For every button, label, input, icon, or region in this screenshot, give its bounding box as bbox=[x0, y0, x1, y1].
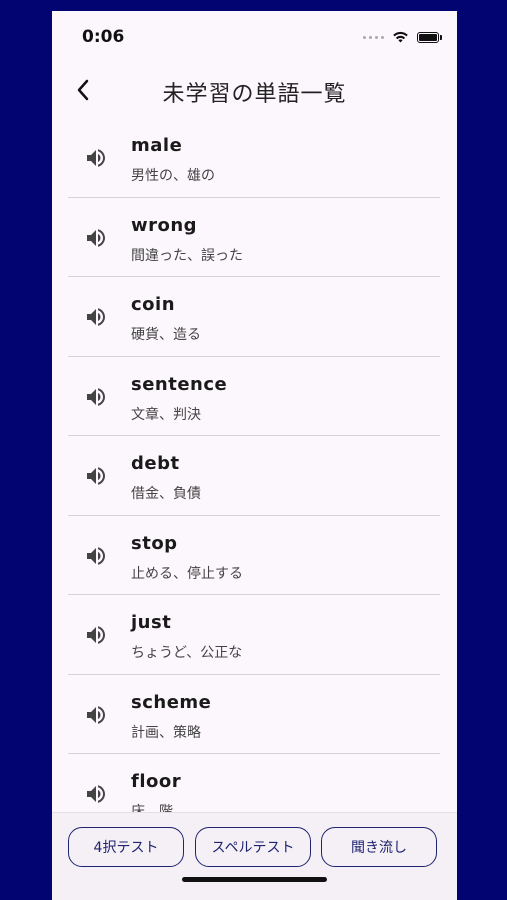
speaker-icon[interactable] bbox=[84, 385, 108, 409]
status-icons bbox=[363, 31, 442, 43]
word-meaning: 借金、負債 bbox=[131, 486, 201, 502]
list-item[interactable]: male 男性の、雄の bbox=[68, 118, 440, 198]
speaker-icon[interactable] bbox=[84, 146, 108, 170]
word-text: stop bbox=[131, 532, 178, 554]
speaker-icon[interactable] bbox=[84, 782, 108, 806]
word-text: sentence bbox=[131, 373, 228, 395]
speaker-icon[interactable] bbox=[84, 305, 108, 329]
word-meaning: 男性の、雄の bbox=[131, 168, 215, 184]
list-item[interactable]: debt 借金、負債 bbox=[68, 436, 440, 516]
list-item[interactable]: stop 止める、停止する bbox=[68, 516, 440, 595]
battery-icon bbox=[417, 31, 442, 43]
wifi-icon bbox=[393, 31, 408, 43]
word-meaning: 計画、策略 bbox=[131, 724, 201, 741]
list-item[interactable]: coin 硬貨、造る bbox=[68, 277, 440, 357]
word-text: coin bbox=[131, 294, 176, 315]
speaker-icon[interactable] bbox=[84, 703, 108, 727]
status-time: 0:06 bbox=[82, 27, 125, 47]
speaker-icon[interactable] bbox=[84, 226, 108, 250]
list-item[interactable]: scheme 計画、策略 bbox=[68, 675, 440, 754]
word-text: male bbox=[131, 135, 183, 156]
word-text: debt bbox=[131, 453, 180, 474]
list-item[interactable]: floor 床、階 bbox=[68, 754, 440, 814]
list-item[interactable]: sentence 文章、判決 bbox=[68, 357, 440, 436]
bottom-action-bar: 4択テスト スペルテスト 聞き流し bbox=[52, 812, 457, 900]
quiz-test-button[interactable]: 4択テスト bbox=[68, 827, 184, 867]
phone-screen: 0:06 未学習の単語一覧 male 男性の、雄の wrong 間違った、誤った… bbox=[52, 11, 457, 900]
word-meaning: ちょうど、公正な bbox=[131, 645, 243, 661]
signal-icon bbox=[363, 35, 384, 39]
word-meaning: 文章、判決 bbox=[131, 406, 201, 423]
spell-test-button[interactable]: スペルテスト bbox=[195, 827, 311, 867]
word-meaning: 硬貨、造る bbox=[131, 327, 201, 343]
listen-button[interactable]: 聞き流し bbox=[321, 827, 437, 867]
word-text: wrong bbox=[131, 214, 198, 236]
page-title: 未学習の単語一覧 bbox=[162, 82, 347, 107]
app-bar: 未学習の単語一覧 bbox=[52, 66, 457, 116]
list-item[interactable]: wrong 間違った、誤った bbox=[68, 198, 440, 277]
speaker-icon[interactable] bbox=[84, 464, 108, 488]
speaker-icon[interactable] bbox=[84, 623, 108, 647]
home-indicator[interactable] bbox=[182, 877, 327, 882]
word-meaning: 止める、停止する bbox=[131, 565, 243, 582]
word-list: male 男性の、雄の wrong 間違った、誤った coin 硬貨、造る se… bbox=[68, 118, 440, 814]
speaker-icon[interactable] bbox=[84, 544, 108, 568]
list-item[interactable]: just ちょうど、公正な bbox=[68, 595, 440, 675]
word-meaning: 間違った、誤った bbox=[131, 247, 243, 264]
word-text: just bbox=[131, 612, 172, 633]
word-text: floor bbox=[131, 771, 182, 792]
word-text: scheme bbox=[131, 691, 212, 713]
status-bar: 0:06 bbox=[52, 11, 457, 61]
